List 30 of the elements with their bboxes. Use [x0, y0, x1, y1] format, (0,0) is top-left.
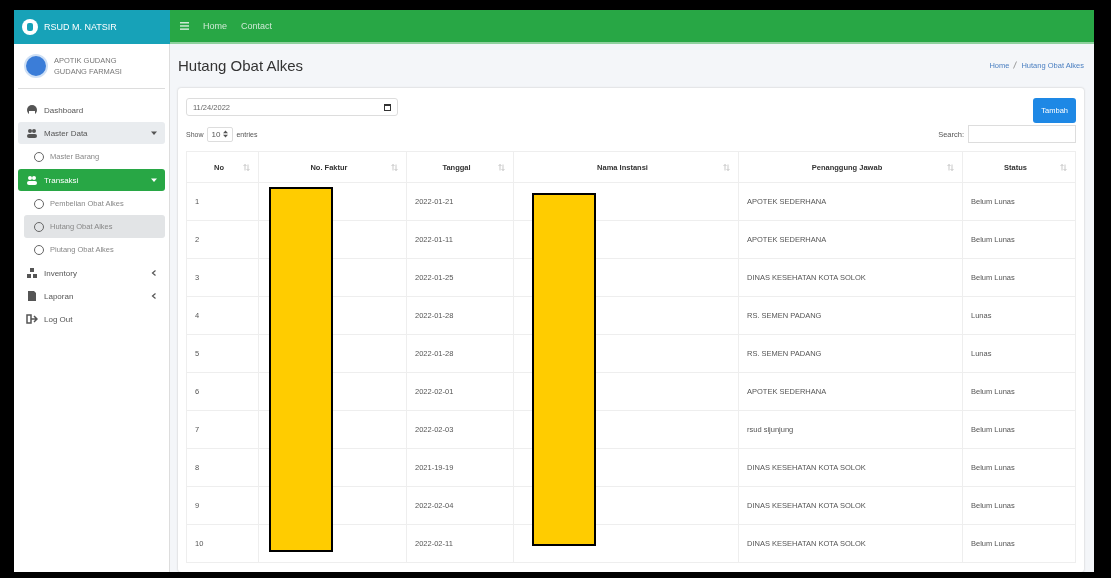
search-field[interactable] [968, 125, 1076, 143]
entries-select[interactable]: 10 [206, 126, 234, 142]
brand-logo-icon [22, 19, 38, 35]
boxes-icon [26, 267, 38, 279]
page-title: Hutang Obat Alkes [178, 56, 304, 74]
menu-icon[interactable] [180, 22, 189, 30]
sort-icon[interactable] [243, 163, 250, 171]
sidebar-item[interactable]: Inventory [18, 262, 165, 284]
chevron-left-icon [151, 270, 157, 276]
calendar-icon[interactable] [384, 103, 391, 111]
sidebar-item[interactable]: Laporan [18, 285, 165, 307]
avatar [24, 54, 48, 78]
chevron-left-icon [151, 293, 157, 299]
sort-icon[interactable] [947, 163, 954, 171]
users-icon [26, 174, 38, 186]
sort-icon[interactable] [723, 163, 730, 171]
logout-icon [26, 313, 38, 325]
sort-icon[interactable] [391, 163, 398, 171]
sidebar-item[interactable]: Dashboard [18, 99, 165, 121]
caret-down-icon [151, 130, 157, 136]
file-icon [26, 290, 38, 302]
users-icon [26, 127, 38, 139]
dashboard-icon [26, 104, 38, 116]
select-arrows-icon [223, 130, 229, 138]
sidebar-item[interactable]: Master Data [18, 122, 165, 144]
caret-down-icon [151, 177, 157, 183]
sidebar-item[interactable]: Log Out [18, 308, 165, 330]
sort-icon[interactable] [498, 163, 505, 171]
breadcrumb-separator [1013, 60, 1018, 69]
sort-icon[interactable] [1060, 163, 1067, 171]
